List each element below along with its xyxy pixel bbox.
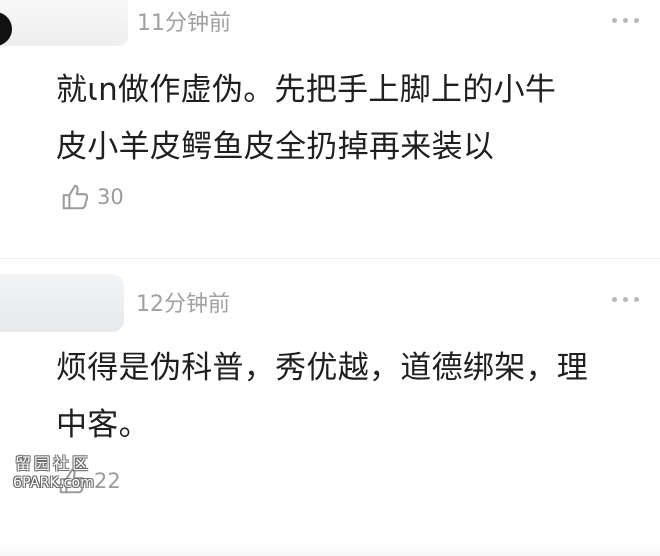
blurred-avatar-area bbox=[0, 274, 124, 332]
dot-3 bbox=[634, 18, 639, 23]
dot-2 bbox=[623, 297, 628, 302]
comment-card-1: 11分钟前 就ιn做作虚伪。先把手上脚上的小牛 皮小羊皮鳄鱼皮全扔掉再来装以 3… bbox=[0, 0, 660, 258]
comment-time: 12分钟前 bbox=[136, 292, 230, 317]
like-count: 30 bbox=[97, 185, 124, 209]
dot-3 bbox=[634, 297, 639, 302]
dot-1 bbox=[612, 18, 617, 23]
comment-line-1: 就ιn做作虚伪。先把手上脚上的小牛 bbox=[56, 72, 557, 108]
more-dots-icon[interactable] bbox=[612, 296, 640, 304]
more-dots-icon[interactable] bbox=[612, 17, 640, 25]
dot-1 bbox=[612, 297, 617, 302]
comment-line-1: 烦得是伪科普，秀优越，道德绑架，理 bbox=[56, 350, 589, 386]
like-count: 22 bbox=[94, 469, 121, 493]
thumbs-up-icon bbox=[57, 466, 87, 496]
blurred-avatar-area bbox=[0, 0, 128, 46]
comment-text: 就ιn做作虚伪。先把手上脚上的小牛 皮小羊皮鳄鱼皮全扔掉再来装以 bbox=[56, 62, 646, 176]
dot-2 bbox=[623, 18, 628, 23]
thumbs-up-icon bbox=[60, 182, 90, 212]
comment-time: 11分钟前 bbox=[137, 11, 231, 36]
like-button[interactable]: 22 bbox=[57, 466, 121, 496]
comment-line-2: 皮小羊皮鳄鱼皮全扔掉再来装以 bbox=[56, 129, 495, 165]
comment-line-2: 中客。 bbox=[56, 407, 150, 443]
like-button[interactable]: 30 bbox=[60, 182, 124, 212]
bottom-fade bbox=[0, 544, 660, 556]
comment-text: 烦得是伪科普，秀优越，道德绑架，理 中客。 bbox=[56, 340, 646, 454]
comment-card-2: 12分钟前 烦得是伪科普，秀优越，道德绑架，理 中客。 22 bbox=[0, 258, 660, 556]
